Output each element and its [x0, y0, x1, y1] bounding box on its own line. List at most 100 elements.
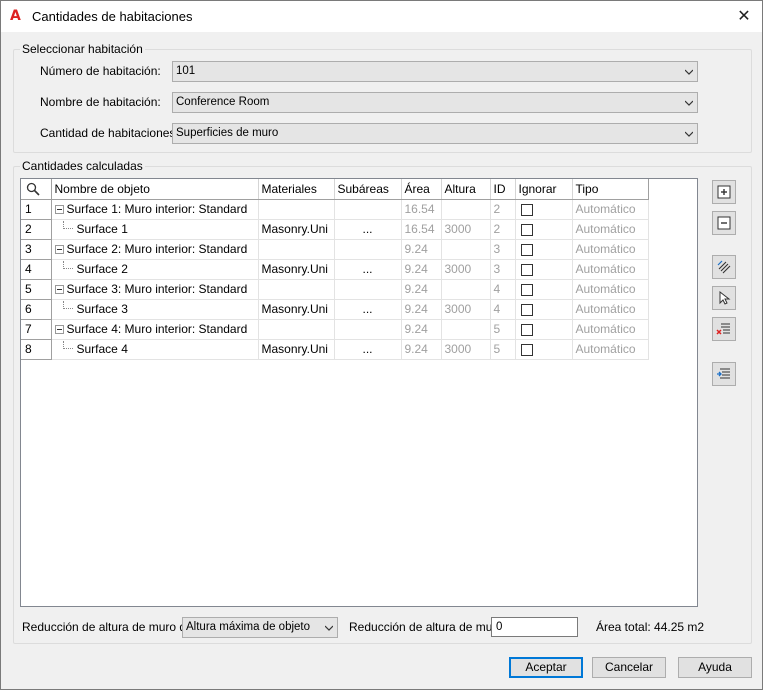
- material-cell[interactable]: Masonry.Uni: [258, 299, 335, 320]
- column-header[interactable]: Ignorar: [515, 179, 573, 200]
- object-name: Surface 4: Muro interior: Standard: [66, 322, 248, 336]
- table-row[interactable]: 2 Surface 1 Masonry.Uni... 16.54 3000 2 Automá…: [21, 219, 649, 240]
- ignore-checkbox[interactable]: [520, 263, 533, 276]
- height-cell: 3000: [441, 259, 491, 280]
- material-cell[interactable]: [258, 279, 335, 300]
- object-name-cell[interactable]: Surface 3: Muro interior: Standard: [51, 279, 259, 300]
- object-name-cell[interactable]: Surface 4: [51, 339, 259, 360]
- subareas-cell[interactable]: ...: [334, 259, 402, 280]
- object-name-cell[interactable]: Surface 4: Muro interior: Standard: [51, 319, 259, 340]
- height-cell: 3000: [441, 219, 491, 240]
- help-button[interactable]: Ayuda: [678, 657, 752, 678]
- area-cell: 9.24: [401, 239, 442, 260]
- column-header[interactable]: Altura: [441, 179, 491, 200]
- ok-button[interactable]: Aceptar: [509, 657, 583, 678]
- pick-cursor-icon: [719, 290, 731, 305]
- subareas-cell[interactable]: [334, 319, 402, 340]
- table-header-row: Nombre de objeto Materiales Subáreas Áre…: [21, 179, 649, 200]
- table-row[interactable]: 1 Surface 1: Muro interior: Standard 16.54…: [21, 199, 649, 220]
- autocad-logo-icon: A: [10, 8, 21, 24]
- subareas-cell[interactable]: ...: [334, 219, 402, 240]
- room-number-label: Número de habitación:: [40, 64, 161, 78]
- height-cell: [441, 319, 491, 340]
- ignore-cell: [515, 199, 573, 220]
- close-button[interactable]: ✕: [732, 5, 756, 27]
- height-cell: [441, 239, 491, 260]
- material-cell[interactable]: [258, 319, 335, 340]
- height-cell: [441, 279, 491, 300]
- delete-list-button[interactable]: [712, 317, 736, 341]
- calculated-quantities-legend: Cantidades calculadas: [20, 159, 145, 173]
- material-cell[interactable]: Masonry.Uni: [258, 259, 335, 280]
- ignore-checkbox[interactable]: [520, 223, 533, 236]
- quantities-grid[interactable]: Nombre de objeto Materiales Subáreas Áre…: [20, 178, 698, 607]
- object-name: Surface 2: [76, 262, 128, 276]
- table-row[interactable]: 7 Surface 4: Muro interior: Standard 9.24 5…: [21, 319, 649, 340]
- collapse-icon[interactable]: [54, 245, 64, 254]
- object-name-cell[interactable]: Surface 3: [51, 299, 259, 320]
- ignore-checkbox[interactable]: [520, 203, 533, 216]
- column-header[interactable]: Subáreas: [334, 179, 402, 200]
- column-header[interactable]: Materiales: [258, 179, 335, 200]
- add-row-button[interactable]: [712, 180, 736, 204]
- table-row[interactable]: 8 Surface 4 Masonry.Uni... 9.24 3000 5 Automát…: [21, 339, 649, 360]
- import-list-button[interactable]: [712, 362, 736, 386]
- table-row[interactable]: 6 Surface 3 Masonry.Uni... 9.24 3000 4 Automát…: [21, 299, 649, 320]
- ignore-checkbox[interactable]: [520, 243, 533, 256]
- chevron-down-icon: [685, 69, 693, 75]
- material-cell[interactable]: [258, 199, 335, 220]
- subareas-cell[interactable]: ...: [334, 339, 402, 360]
- row-number[interactable]: 7: [21, 319, 52, 340]
- room-quantity-dropdown[interactable]: Superficies de muro: [172, 123, 698, 144]
- search-header-cell[interactable]: [21, 179, 52, 200]
- material-cell[interactable]: Masonry.Uni: [258, 219, 335, 240]
- row-number[interactable]: 3: [21, 239, 52, 260]
- object-name-cell[interactable]: Surface 2: Muro interior: Standard: [51, 239, 259, 260]
- subareas-cell[interactable]: [334, 279, 402, 300]
- id-cell: 2: [490, 199, 516, 220]
- row-number[interactable]: 4: [21, 259, 52, 280]
- wall-height-reduction-input[interactable]: 0: [491, 617, 578, 637]
- column-header[interactable]: Tipo: [572, 179, 649, 200]
- ignore-checkbox[interactable]: [520, 323, 533, 336]
- row-number[interactable]: 5: [21, 279, 52, 300]
- subareas-cell[interactable]: ...: [334, 299, 402, 320]
- remove-row-button[interactable]: [712, 211, 736, 235]
- column-header[interactable]: Área: [401, 179, 442, 200]
- room-number-value: 101: [176, 65, 196, 77]
- row-number[interactable]: 6: [21, 299, 52, 320]
- ignore-checkbox[interactable]: [520, 343, 533, 356]
- subareas-cell[interactable]: [334, 199, 402, 220]
- column-header[interactable]: ID: [490, 179, 516, 200]
- room-name-dropdown[interactable]: Conference Room: [172, 92, 698, 113]
- table-row[interactable]: 3 Surface 2: Muro interior: Standard 9.24 3…: [21, 239, 649, 260]
- object-name-cell[interactable]: Surface 1: [51, 219, 259, 240]
- select-objects-button[interactable]: [712, 255, 736, 279]
- row-number[interactable]: 1: [21, 199, 52, 220]
- row-number[interactable]: 2: [21, 219, 52, 240]
- ignore-checkbox[interactable]: [520, 283, 533, 296]
- cancel-button[interactable]: Cancelar: [592, 657, 666, 678]
- subareas-cell[interactable]: [334, 239, 402, 260]
- object-name-cell[interactable]: Surface 1: Muro interior: Standard: [51, 199, 259, 220]
- table-row[interactable]: 5 Surface 3: Muro interior: Standard 9.24 4…: [21, 279, 649, 300]
- collapse-icon[interactable]: [54, 325, 64, 334]
- area-cell: 9.24: [401, 339, 442, 360]
- object-name-cell[interactable]: Surface 2: [51, 259, 259, 280]
- tree-connector: [62, 341, 73, 349]
- select-room-legend: Seleccionar habitación: [20, 42, 145, 56]
- pick-objects-button[interactable]: [712, 286, 736, 310]
- room-number-dropdown[interactable]: 101: [172, 61, 698, 82]
- wall-height-reduction-label: Reducción de altura de muro: [349, 620, 504, 634]
- material-cell[interactable]: Masonry.Uni: [258, 339, 335, 360]
- ignore-cell: [515, 279, 573, 300]
- object-name: Surface 1: Muro interior: Standard: [66, 202, 248, 216]
- material-cell[interactable]: [258, 239, 335, 260]
- collapse-icon[interactable]: [54, 205, 64, 214]
- collapse-icon[interactable]: [54, 285, 64, 294]
- table-row[interactable]: 4 Surface 2 Masonry.Uni... 9.24 3000 3 Automát…: [21, 259, 649, 280]
- wall-height-reduction-dropdown[interactable]: Altura máxima de objeto: [182, 617, 338, 638]
- row-number[interactable]: 8: [21, 339, 52, 360]
- ignore-checkbox[interactable]: [520, 303, 533, 316]
- column-header[interactable]: Nombre de objeto: [51, 179, 259, 200]
